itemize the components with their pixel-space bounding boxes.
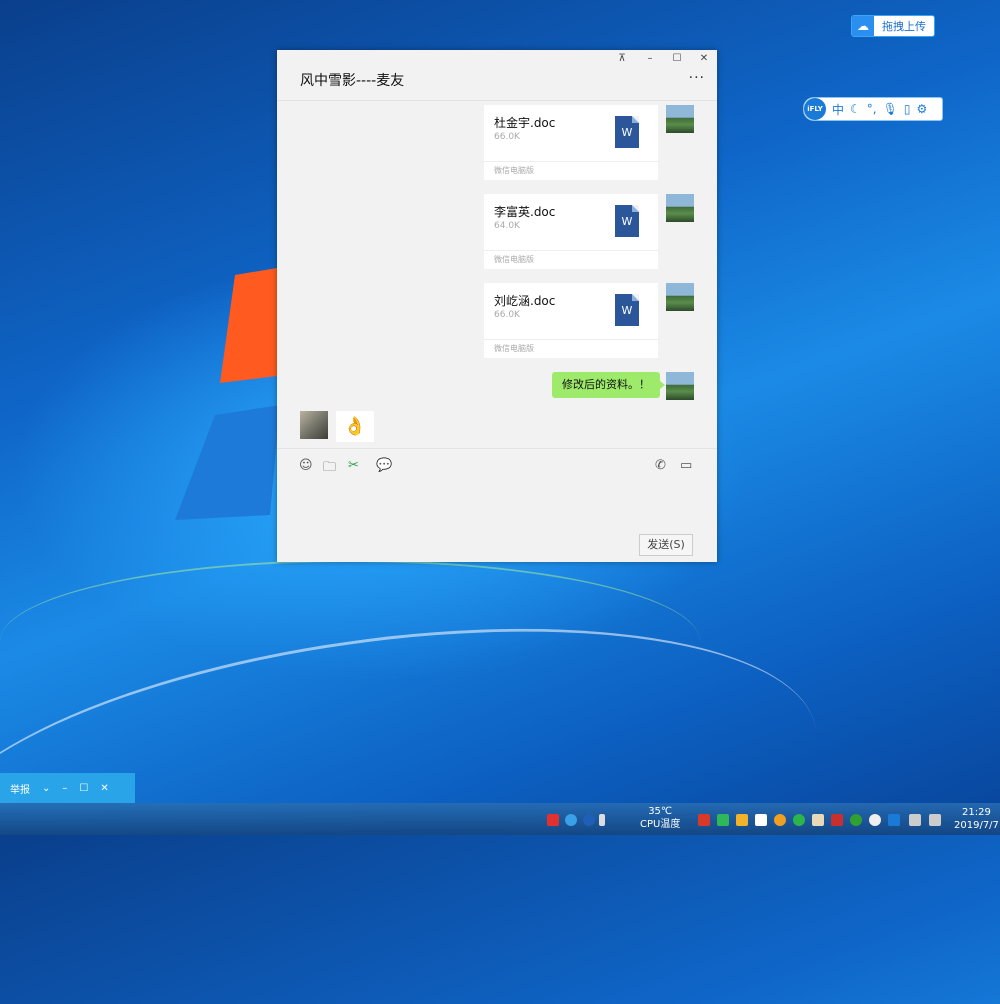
clock-time: 21:29 [962,807,991,818]
chat-history-icon[interactable]: 💬 [376,458,392,473]
baidu-cloud-icon[interactable] [755,814,767,826]
ifly-logo[interactable]: iFLY [804,98,826,120]
avatar[interactable] [666,194,694,222]
tray-app-icon[interactable] [547,814,559,826]
tray-app-icon[interactable] [698,814,710,826]
file-message[interactable]: 杜金宇.doc 66.0K W 微信电脑版 [484,105,658,180]
microphone-icon[interactable]: 🎙 [883,102,898,116]
play-icon[interactable] [717,814,729,826]
emoji-icon[interactable]: ☺ [299,458,313,473]
file-name: 刘屹涵.doc [494,294,556,308]
file-size: 64.0K [494,221,520,231]
microphone-icon[interactable] [599,814,605,826]
chat-title: 风中雪影----麦友 [300,73,405,89]
more-options-button[interactable]: ··· [689,70,705,86]
clock-date: 2019/7/7 [954,820,999,831]
file-source: 微信电脑版 [484,161,658,180]
moon-icon[interactable]: ☾ [850,102,861,116]
ime-toolbar[interactable]: iFLY 中 ☾ °, 🎙 ▯ ⚙ [803,97,943,121]
close-button[interactable]: ✕ [100,783,108,794]
sticker-message[interactable]: 👌 [336,411,374,442]
file-name: 杜金宇.doc [494,116,556,130]
plus-icon[interactable] [850,814,862,826]
tray-app-icon[interactable] [831,814,843,826]
file-size: 66.0K [494,310,520,320]
scissors-icon[interactable]: ✂ [348,458,359,473]
tray-app-icon[interactable] [812,814,824,826]
pin-icon[interactable]: ⊼ [612,53,632,64]
file-source: 微信电脑版 [484,250,658,269]
baidu-cloud-icon: ☁ [852,16,874,36]
tray-app-icon[interactable] [774,814,786,826]
chat-titlebar: ⊼ – ☐ ✕ 风中雪影----麦友 ··· [277,50,717,101]
phone-icon[interactable]: ✆ [655,458,666,473]
file-name: 李富英.doc [494,205,556,219]
avatar[interactable] [666,105,694,133]
folder-icon[interactable]: 🗀 [323,458,336,480]
taskbar: 35℃ CPU温度 21:29 2019/7/7 [0,803,1000,835]
clock[interactable]: 21:29 2019/7/7 [954,806,999,832]
chat-toolbar: ☺ 🗀 ✂ 💬 ✆ ▭ [277,448,717,481]
word-doc-icon: W [615,205,639,237]
gear-icon[interactable]: ⚙ [916,102,927,116]
text-message-bubble[interactable]: 修改后的资料。！ [552,372,665,398]
chat-window: ⊼ – ☐ ✕ 风中雪影----麦友 ··· 杜金宇.doc 66.0K W 微… [277,50,717,562]
avatar[interactable] [666,283,694,311]
temperature-value: 35℃ [648,806,673,817]
punctuation-icon[interactable]: °, [867,102,877,116]
file-source: 微信电脑版 [484,339,658,358]
chevron-down-icon[interactable]: ⌄ [42,783,50,794]
mini-panel: 举报 ⌄ – ☐ ✕ [0,773,135,803]
report-label[interactable]: 举报 [10,781,30,796]
close-button[interactable]: ✕ [694,53,714,64]
desktop-wallpaper-swoosh-green [0,560,700,722]
cpu-temperature: 35℃ CPU温度 [640,805,680,831]
friend-avatar[interactable] [300,411,328,439]
wechat-icon[interactable] [793,814,805,826]
word-doc-icon: W [615,294,639,326]
word-doc-icon: W [615,116,639,148]
file-message[interactable]: 刘屹涵.doc 66.0K W 微信电脑版 [484,283,658,358]
minimize-button[interactable]: – [62,783,67,794]
ime-tray-icon[interactable] [888,814,900,826]
keyboard-icon[interactable]: ▯ [904,102,911,116]
file-message[interactable]: 李富英.doc 64.0K W 微信电脑版 [484,194,658,269]
temperature-label: CPU温度 [640,819,681,830]
baidu-upload-button[interactable]: ☁ 拖拽上传 [851,15,935,37]
tray-app-icon[interactable] [869,814,881,826]
volume-icon[interactable] [929,814,941,826]
maximize-button[interactable]: ☐ [79,783,88,794]
avatar[interactable] [666,372,694,400]
tray-app-icon[interactable] [565,814,577,826]
file-size: 66.0K [494,132,520,142]
video-call-icon[interactable]: ▭ [680,458,692,473]
tray-app-icon[interactable] [736,814,748,826]
minimize-button[interactable]: – [640,53,660,64]
maximize-button[interactable]: ☐ [667,53,687,64]
send-button[interactable]: 发送(S) [639,534,693,556]
help-icon[interactable] [583,814,595,826]
network-icon[interactable] [909,814,921,826]
ime-mode-toggle[interactable]: 中 [832,101,844,118]
baidu-upload-label: 拖拽上传 [882,20,926,33]
